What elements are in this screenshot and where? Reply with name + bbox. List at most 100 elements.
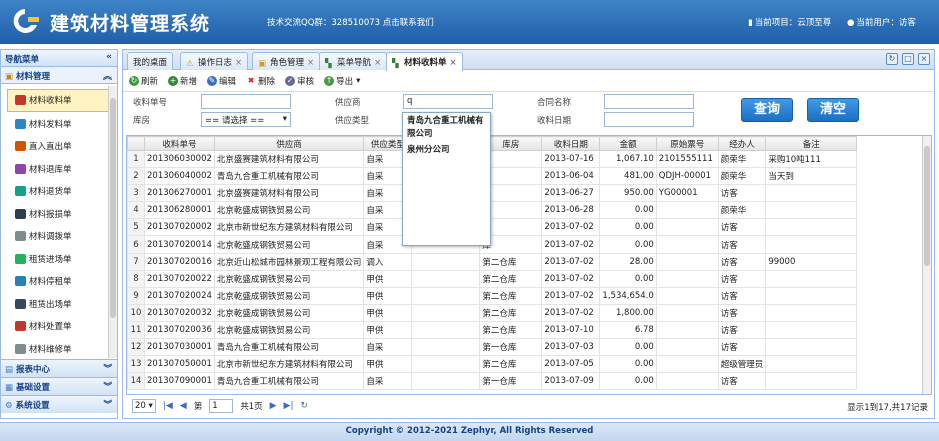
tab-desktop[interactable]: 我的桌面	[127, 52, 174, 70]
column-header[interactable]: 金额	[599, 136, 657, 151]
page-size-select[interactable]: 20 ▾	[132, 399, 156, 413]
last-page-icon[interactable]: ▶|	[284, 401, 294, 411]
audit-button[interactable]: ✓ 审核	[285, 75, 314, 87]
sidebar-item-10[interactable]: 材料处置单	[1, 315, 117, 338]
table-row[interactable]: 9 201307020024 北京乾盛成钢铁贸易公司 甲供 第二仓库 2013-07-02…	[127, 286, 858, 305]
close-icon[interactable]: ×	[918, 53, 930, 65]
table-cell: 0.00	[599, 338, 657, 357]
reload-icon[interactable]: ↻	[301, 401, 309, 411]
sidebar-item-7[interactable]: 租赁进场单	[1, 248, 117, 271]
sidebar-item-0[interactable]: 材料收料单	[7, 89, 109, 112]
sidebar-item-label: 材料调拨单	[29, 232, 72, 243]
autocomplete-option[interactable]: 泉州分公司	[406, 144, 487, 157]
sidebar-item-9[interactable]: 租赁出场单	[1, 293, 117, 316]
current-user[interactable]: ● 当前用户：访客	[847, 16, 916, 28]
add-button[interactable]: + 新增	[168, 75, 197, 87]
chevron-up-icon[interactable]: ︽	[103, 69, 112, 82]
edit-button[interactable]: ✎ 编辑	[207, 75, 236, 87]
sidebar-item-6[interactable]: 材料调拨单	[1, 225, 117, 248]
table-row[interactable]: 2201306040002青岛九合重工机械有限公司自采园库2013-06-044…	[127, 167, 858, 186]
doc-no-input[interactable]	[201, 94, 291, 109]
table-row[interactable]: 12 201307030001 青岛九合重工机械有限公司 自采 第一仓库 2013-07-…	[127, 338, 858, 357]
table-row[interactable]: 11 201307020036 北京乾盛成钢铁贸易公司 甲供 第二仓库 2013-07-1…	[127, 320, 858, 340]
sidebar-item-label: 材料退库单	[29, 164, 72, 175]
tree-icon: ▚	[392, 59, 399, 69]
table-cell	[655, 269, 719, 288]
sidebar-item-3[interactable]: 材料退库单	[1, 158, 117, 181]
grid-scroll-thumb[interactable]	[924, 146, 930, 266]
sidebar-section-basic[interactable]: ▦ 基础设置 ︾	[1, 377, 117, 395]
chevron-down-icon: ︾	[103, 382, 112, 392]
table-cell: 0.00	[599, 355, 657, 374]
grid-scrollbar[interactable]	[922, 136, 931, 394]
sidebar-group-label: 材料管理	[16, 72, 51, 82]
sidebar-group-materials[interactable]: ▣ 材料管理 ︽	[1, 67, 117, 84]
tab-menu[interactable]: ▚ 菜单导航 ×	[319, 52, 388, 70]
table-row[interactable]: 4201306280001北京乾盛成钢铁贸易公司自采库2013-06-280.0…	[127, 201, 858, 220]
clear-button[interactable]: 清空	[807, 98, 859, 122]
page-input[interactable]: 1	[209, 399, 234, 413]
table-cell	[765, 338, 858, 357]
table-row[interactable]: 13 201307050001 北京市新世纪东方建筑材料有限公司 甲供 第二仓库 2013…	[127, 355, 858, 374]
item-icon	[15, 231, 26, 242]
pager-info: 显示1到17,共17记录	[847, 403, 928, 413]
next-page-icon[interactable]: ▶	[270, 401, 277, 411]
column-header[interactable]: 经办人	[717, 136, 767, 151]
sidebar-scrollbar[interactable]	[108, 86, 117, 358]
tab-roles[interactable]: ▣ 角色管理 ×	[252, 52, 321, 70]
collapse-left-icon[interactable]: «	[106, 52, 112, 62]
warehouse-select[interactable]: == 请选择 == ▾	[201, 112, 291, 127]
column-header[interactable]: 原始票号	[655, 136, 719, 151]
sidebar-item-4[interactable]: 材料退货单	[1, 180, 117, 203]
sidebar-item-2[interactable]: 直入直出单	[1, 135, 117, 158]
contact-link[interactable]: 技术交流QQ群：328510073 点击联系我们	[267, 16, 434, 28]
refresh-icon[interactable]: ↻	[886, 53, 898, 65]
table-cell: 甲供	[363, 303, 413, 322]
table-row[interactable]: 14 201307090001 青岛九合重工机械有限公司 自采 第一仓库 2013-07-…	[127, 372, 858, 391]
refresh-button[interactable]: ↻ 刷新	[129, 75, 158, 87]
gear-icon: ⚙	[5, 401, 13, 411]
maximize-icon[interactable]: □	[902, 53, 914, 65]
close-icon[interactable]: ×	[374, 58, 381, 68]
table-cell: 自采	[363, 372, 413, 391]
table-row[interactable]: 3201306270001北京盛赛建筑材料有限公司自采园库2013-06-279…	[127, 184, 858, 203]
tab-receipt[interactable]: ▚ 材料收料单 ×	[386, 52, 463, 71]
tab-log[interactable]: ⚠ 操作日志 ×	[180, 52, 249, 70]
receive-date-input[interactable]	[604, 112, 694, 127]
sidebar-item-5[interactable]: 材料报损单	[1, 203, 117, 226]
column-header[interactable]: 备注	[765, 136, 858, 151]
table-cell: 9	[127, 286, 145, 305]
autocomplete-option[interactable]: 青岛九合重工机械有限公司	[406, 115, 487, 141]
close-icon[interactable]: ×	[450, 58, 457, 68]
button-label: 审核	[297, 76, 315, 87]
current-project[interactable]: ▮ 当前项目：云顶至尊	[748, 16, 831, 28]
prev-page-icon[interactable]: ◀	[180, 401, 187, 411]
table-row[interactable]: 8 201307020022 北京乾盛成钢铁贸易公司 甲供 第二仓库 2013-07-02…	[127, 269, 858, 288]
sidebar-section-system[interactable]: ⚙ 系统设置 ︾	[1, 395, 117, 413]
table-row[interactable]: 5201307020002北京市新世纪东方建筑材料有限公司自采库2013-07-…	[127, 218, 858, 237]
table-cell: 北京市新世纪东方建筑材料有限公司	[213, 218, 365, 237]
sidebar-item-1[interactable]: 材料发料单	[1, 113, 117, 136]
sidebar-section-reports[interactable]: ▤ 报表中心 ︾	[1, 359, 117, 377]
delete-button[interactable]: ✖ 删除	[246, 75, 275, 87]
sidebar-item-11[interactable]: 材料维修单	[1, 338, 117, 360]
column-header[interactable]: 供应商	[213, 136, 365, 151]
table-row[interactable]: 6201307020014北京乾盛成钢铁贸易公司自采库2013-07-020.0…	[127, 235, 858, 254]
item-icon	[15, 141, 26, 152]
supplier-input[interactable]: q	[403, 94, 493, 109]
column-header[interactable]: 收料日期	[541, 136, 601, 151]
close-icon[interactable]: ×	[307, 58, 314, 68]
first-page-icon[interactable]: |◀	[163, 401, 173, 411]
column-header[interactable]: 收料单号	[144, 136, 215, 151]
table-row[interactable]: 10 201307020032 北京乾盛成钢铁贸易公司 甲供 第二仓库 2013-07-0…	[127, 303, 858, 322]
table-cell: 调入	[363, 252, 413, 271]
sidebar-item-8[interactable]: 材料停租单	[1, 270, 117, 293]
contract-input[interactable]	[604, 94, 694, 109]
table-cell: 甲供	[363, 355, 413, 374]
query-button[interactable]: 查询	[741, 98, 793, 122]
table-row[interactable]: 1201306030002北京盛赛建筑材料有限公司自采园库2013-07-161…	[127, 149, 858, 169]
sidebar-scroll-thumb[interactable]	[110, 98, 116, 318]
close-icon[interactable]: ×	[235, 58, 242, 68]
export-button[interactable]: ↑ 导出 ▾	[324, 75, 360, 87]
table-row[interactable]: 7 201307020016 北京近山松城市园林景观工程有限公司 调入 第二仓库 2013…	[127, 252, 858, 271]
